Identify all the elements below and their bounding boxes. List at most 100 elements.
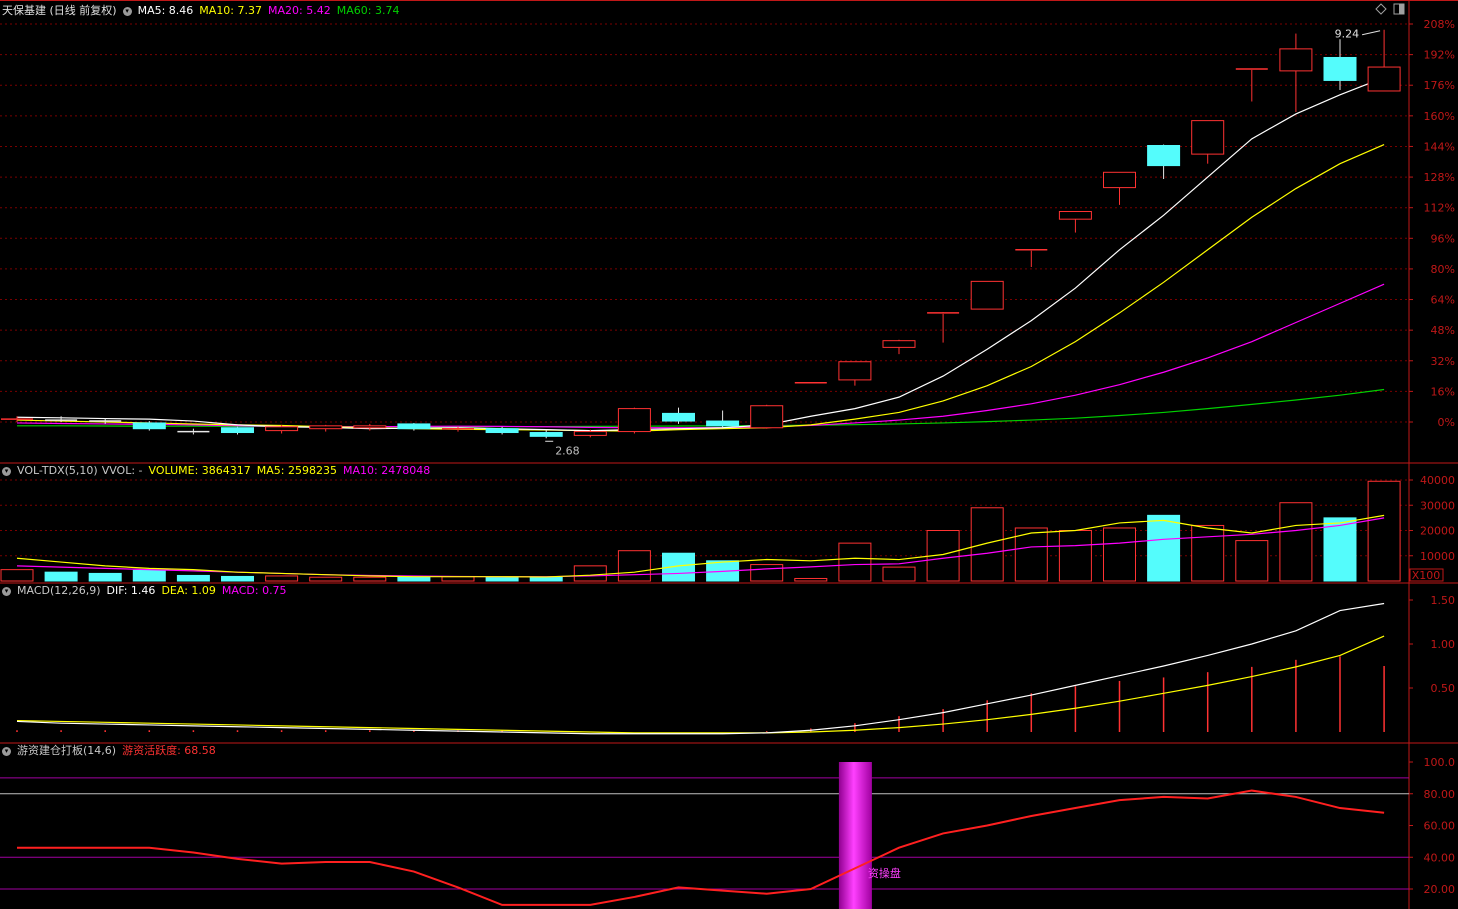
volume-tick-label: 40000 xyxy=(1420,474,1455,487)
candle-body xyxy=(882,340,916,348)
candle-body xyxy=(1147,145,1181,167)
volume-bar xyxy=(1103,527,1136,582)
volume-bar xyxy=(132,569,166,582)
macd-panel-header: ▾ MACD(12,26,9) DIF: 1.46 DEA: 1.09 MACD: 0.… xyxy=(2,583,293,599)
ma60-line xyxy=(17,388,1385,428)
activity-indicator-name[interactable]: 游资建仓打板(14,6) xyxy=(17,744,116,757)
macd-indicator-name[interactable]: MACD(12,26,9) xyxy=(17,584,101,597)
price-tick-label: 176% xyxy=(1424,79,1455,92)
indicator-menu-icon[interactable]: ▾ xyxy=(2,466,11,476)
volume-bar xyxy=(1367,480,1401,582)
candle-body xyxy=(1323,56,1357,81)
price-tick-label: 208% xyxy=(1424,18,1455,31)
candle-body xyxy=(970,280,1004,310)
ma10-line xyxy=(16,143,1385,432)
stock-chart-canvas[interactable]: 208% 192% 176% 160% 144% 128% 112% 96% 80% 64% 48%… xyxy=(0,0,1458,909)
diamond-icon[interactable] xyxy=(1375,3,1387,15)
activity-tick-label: 100.0 xyxy=(1424,756,1456,769)
activity-tick-label: 40.00 xyxy=(1424,851,1456,864)
ma60-label: MA60: 3.74 xyxy=(336,4,400,17)
ma20-line xyxy=(16,283,1385,429)
price-tick-label: 144% xyxy=(1424,140,1455,153)
indicator-menu-icon[interactable]: ▾ xyxy=(2,746,11,756)
vol-indicator-name[interactable]: VOL-TDX(5,10) xyxy=(17,464,98,477)
price-tick-label: 160% xyxy=(1424,110,1455,123)
volume-bar xyxy=(838,542,872,582)
price-tick-label: 96% xyxy=(1431,232,1455,245)
volume-tick-label: 30000 xyxy=(1420,499,1455,512)
price-tick-label: 32% xyxy=(1431,355,1455,368)
activity-tick-label: 60.00 xyxy=(1424,820,1456,833)
volume-bar xyxy=(88,572,122,582)
volume-bar xyxy=(750,564,784,582)
volume-bar xyxy=(1058,530,1092,582)
vol-ma5-label: MA5: 2598235 xyxy=(256,464,337,477)
activity-value-label: 游资活跃度: 68.58 xyxy=(122,744,216,757)
candle-body xyxy=(1191,120,1225,155)
volume-bar xyxy=(353,576,387,582)
volume-bar xyxy=(882,566,916,582)
candle-body xyxy=(485,428,519,434)
macd-tick-label: 1.00 xyxy=(1431,638,1456,651)
candle-body xyxy=(529,432,563,437)
candle-body xyxy=(1103,171,1136,189)
price-tick-label: 16% xyxy=(1431,385,1455,398)
volume-tick-label: 20000 xyxy=(1420,525,1455,538)
volume-unit-label: X100 xyxy=(1412,569,1441,582)
volume-bar xyxy=(0,569,34,582)
candle-body xyxy=(265,426,299,432)
activity-tick-label: 20.00 xyxy=(1424,883,1456,896)
ma5-label: MA5: 8.46 xyxy=(137,4,194,17)
candle-body xyxy=(662,412,695,422)
window-toggle-icon[interactable] xyxy=(1393,3,1405,15)
candle-body xyxy=(397,423,431,430)
volume-tick-label: 10000 xyxy=(1420,550,1455,563)
candle-body xyxy=(838,361,872,381)
ma10-label: MA10: 7.37 xyxy=(199,4,263,17)
volume-bar xyxy=(221,575,254,582)
macd-tick-label: 1.50 xyxy=(1431,594,1456,607)
dea-label: DEA: 1.09 xyxy=(161,584,216,597)
volume-bar xyxy=(1323,517,1357,582)
candle-body xyxy=(617,408,651,433)
candle-body xyxy=(1279,48,1313,72)
candle-body xyxy=(750,405,784,429)
dea-line xyxy=(16,635,1385,734)
activity-tick-label: 80.00 xyxy=(1424,788,1456,801)
volume-bar xyxy=(1191,524,1225,582)
activity-panel-header: ▾ 游资建仓打板(14,6) 游资活跃度: 68.58 xyxy=(2,743,222,759)
candle-body xyxy=(132,422,166,430)
volume-bar xyxy=(265,575,299,582)
volume-bar xyxy=(573,565,607,582)
volume-bar xyxy=(1279,502,1313,582)
activity-bar xyxy=(838,762,872,909)
candle-body xyxy=(573,431,607,436)
stock-title[interactable]: 天保基建 (日线 前复权) xyxy=(2,4,117,17)
price-tick-label: 112% xyxy=(1424,202,1455,215)
volume-bar xyxy=(1235,540,1269,582)
volume-bar xyxy=(176,574,210,582)
indicator-menu-icon[interactable]: ▾ xyxy=(2,586,11,596)
low-price-label: 2.68 xyxy=(555,444,580,457)
dif-line xyxy=(16,602,1385,735)
candle-body xyxy=(1058,211,1092,220)
dif-label: DIF: 1.46 xyxy=(106,584,156,597)
settings-circle-icon[interactable]: ▾ xyxy=(122,6,132,16)
price-tick-label: 64% xyxy=(1431,294,1455,307)
volume-panel-header: ▾ VOL-TDX(5,10) VVOL: - VOLUME: 3864317 MA5:… xyxy=(2,463,436,479)
candle-body xyxy=(706,420,740,427)
volume-bar xyxy=(1147,514,1181,582)
volume-bar xyxy=(970,507,1004,582)
candle-body xyxy=(309,425,343,430)
candle-body xyxy=(353,425,387,429)
candle-body xyxy=(1367,66,1401,92)
volume-bar xyxy=(441,576,475,582)
vol-ma10-label: MA10: 2478048 xyxy=(343,464,431,477)
price-tick-label: 192% xyxy=(1424,49,1455,62)
price-tick-label: 128% xyxy=(1424,171,1455,184)
high-price-label: 9.24 xyxy=(1335,28,1360,41)
volume-bar xyxy=(794,577,828,582)
ma20-label: MA20: 5.42 xyxy=(268,4,331,17)
price-tick-label: 80% xyxy=(1431,263,1455,276)
vvol-label: VVOL: - xyxy=(101,464,143,477)
